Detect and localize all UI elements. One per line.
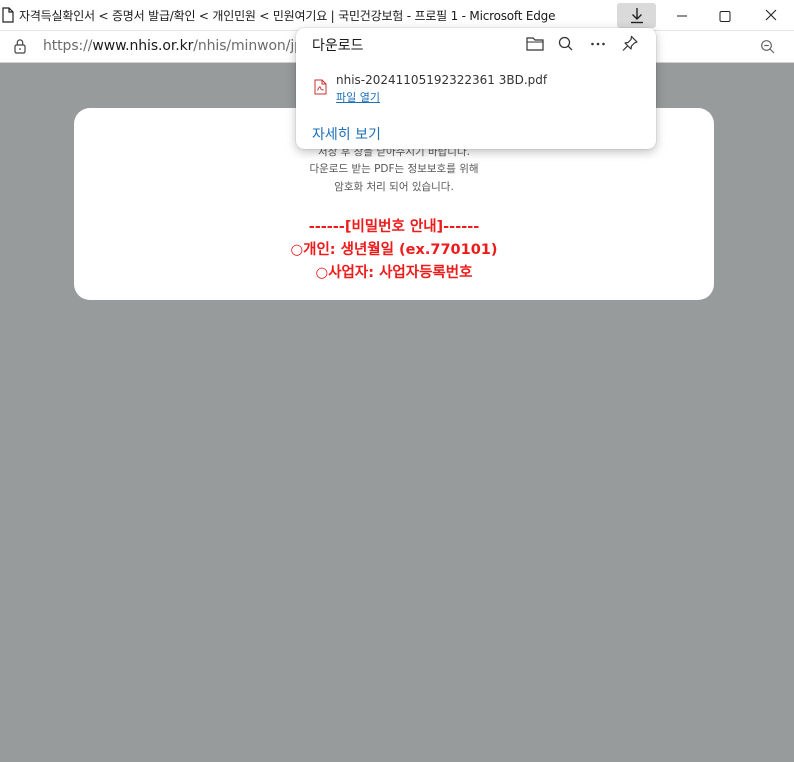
lock-icon[interactable] [13,38,27,54]
title-bar: 자격득실확인서 < 증명서 발급/확인 < 개인민원 < 민원여기요 | 국민건… [0,0,794,31]
pin-icon[interactable] [620,35,640,53]
minimize-icon[interactable] [671,9,693,23]
url-host: www.nhis.or.kr [92,38,194,54]
downloads-button[interactable] [617,3,656,28]
window-title: 자격득실확인서 < 증명서 발급/확인 < 개인민원 < 민원여기요 | 국민건… [19,9,556,23]
pdf-file-icon [314,79,327,95]
url-scheme: https:// [43,38,93,54]
notice-line-2: 암호화 처리 되어 있습니다. [334,181,454,193]
password-personal: ○개인: 생년월일 (ex.770101) [290,242,498,258]
maximize-icon[interactable] [716,9,734,23]
page-icon [2,7,14,23]
zoom-out-icon[interactable] [760,39,776,55]
folder-icon[interactable] [525,35,545,53]
close-icon[interactable] [762,8,780,22]
open-file-link[interactable]: 파일 열기 [336,89,380,105]
password-header: ------[비밀번호 안내]------ [308,219,480,235]
downloads-title: 다운로드 [312,38,364,54]
more-icon[interactable] [588,35,608,53]
notice-line-1: 다운로드 받는 PDF는 정보보호를 위해 [309,163,479,175]
downloads-flyout: 다운로드 nhis-20241105192322361 3BD.pdf 파일 열… [296,28,656,149]
download-icon [631,8,643,24]
password-business: ○사업자: 사업자등록번호 [315,265,473,281]
download-file-name[interactable]: nhis-20241105192322361 3BD.pdf [336,73,547,87]
see-more-link[interactable]: 자세히 보기 [312,124,381,144]
url-text[interactable]: https://www.nhis.or.kr/nhis/minwon/jpAe [43,38,321,54]
search-icon[interactable] [556,35,576,53]
